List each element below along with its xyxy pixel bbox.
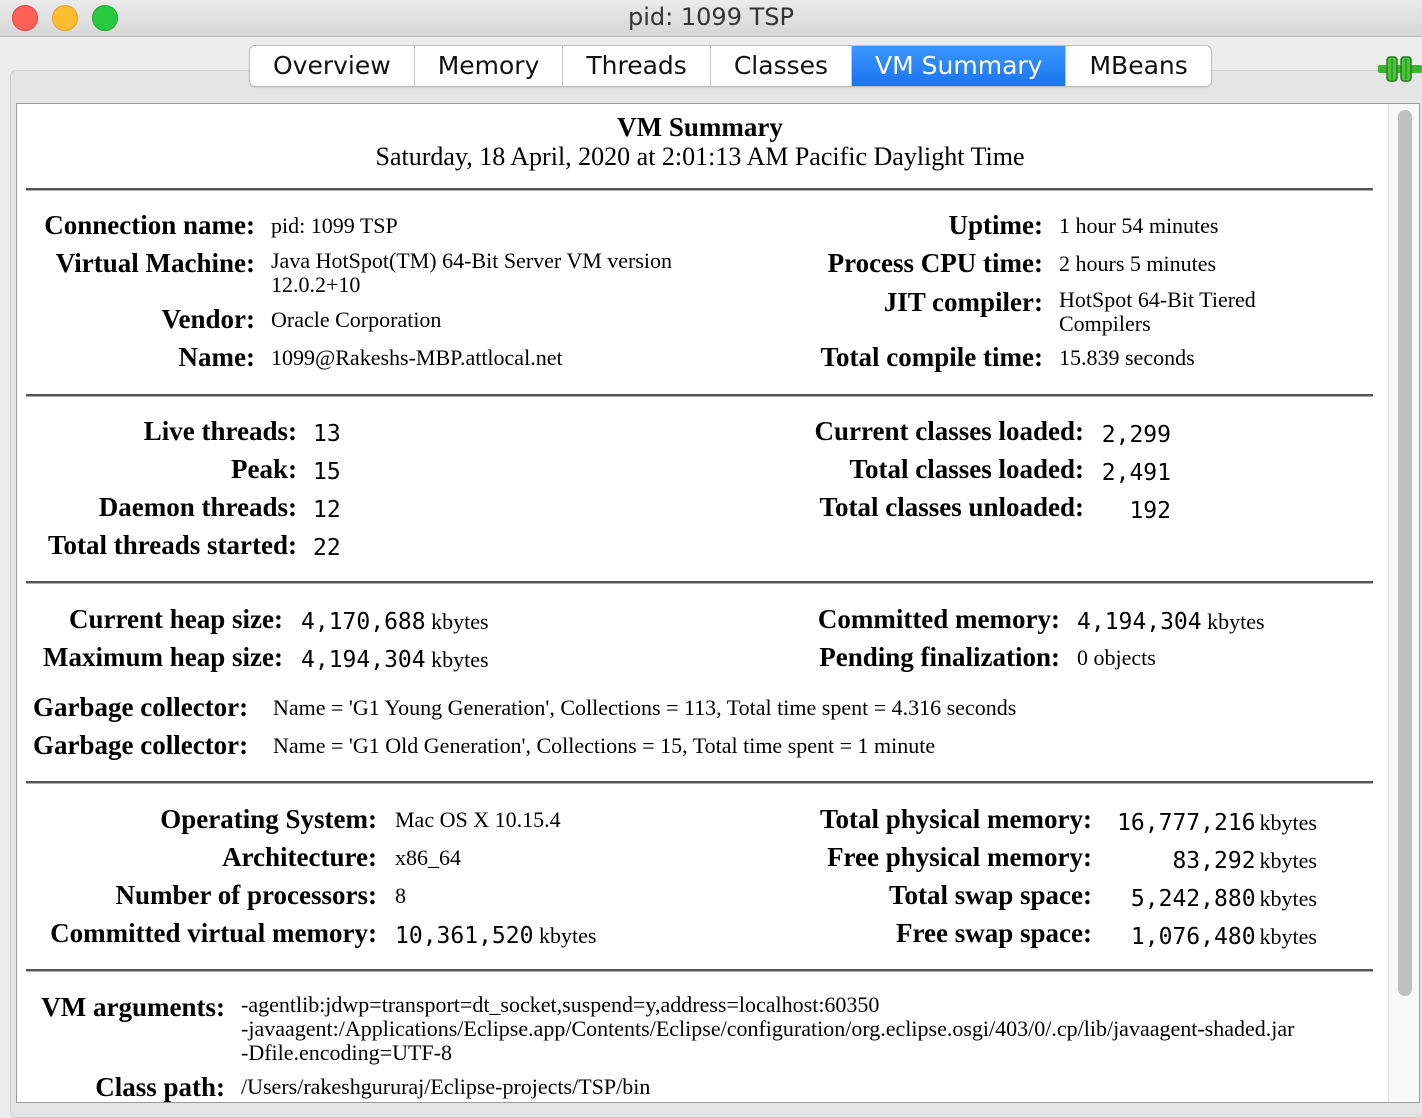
jit-compiler-label: JIT compiler: (883, 287, 1043, 317)
total-physical-memory-label: Total physical memory: (820, 804, 1092, 834)
number-of-processors-value: 8 (395, 883, 406, 908)
current-heap-size-value: 4,170,688 kbytes (301, 609, 489, 635)
summary-date: Saturday, 18 April, 2020 at 2:01:13 AM P… (375, 142, 1025, 171)
tab-threads[interactable]: Threads (563, 46, 711, 86)
maximum-heap-size-label: Maximum heap size: (43, 642, 283, 672)
daemon-threads-label: Daemon threads: (98, 492, 297, 522)
total-threads-started-value: 22 (313, 535, 341, 561)
total-physical-memory-value: 16,777,216 kbytes (1117, 810, 1317, 836)
divider (26, 188, 1373, 191)
vm-summary-panel[interactable]: VM Summary Saturday, 18 April, 2020 at 2… (16, 103, 1420, 1103)
connection-status-icon (1378, 56, 1422, 82)
live-threads-label: Live threads: (143, 416, 297, 446)
class-path-label: Class path: (95, 1072, 225, 1102)
jit-compiler-value-line2: Compilers (1059, 311, 1151, 336)
total-swap-space-label: Total swap space: (888, 880, 1092, 910)
window-title: pid: 1099 TSP (628, 3, 794, 31)
current-heap-size-label: Current heap size: (69, 604, 283, 634)
tab-overview[interactable]: Overview (250, 46, 415, 86)
free-physical-memory-value: 83,292 kbytes (1172, 848, 1317, 874)
vendor-value: Oracle Corporation (271, 307, 442, 332)
vm-argument-agentlib: -agentlib:jdwp=transport=dt_socket,suspe… (241, 992, 880, 1017)
virtual-machine-label: Virtual Machine: (55, 248, 255, 278)
connection-name-label: Connection name: (44, 210, 255, 240)
garbage-collector-label: Garbage collector: (33, 730, 249, 760)
pending-finalization-value: 0 objects (1077, 645, 1156, 670)
total-classes-unloaded-label: Total classes unloaded: (819, 492, 1084, 522)
operating-system-value: Mac OS X 10.15.4 (395, 807, 561, 832)
vendor-label: Vendor: (161, 304, 255, 334)
tab-classes[interactable]: Classes (711, 46, 853, 86)
divider (26, 581, 1373, 584)
summary-title: VM Summary (617, 112, 783, 142)
committed-memory-label: Committed memory: (817, 604, 1060, 634)
garbage-collector-young-value: Name = 'G1 Young Generation', Collection… (273, 695, 1017, 720)
peak-threads-label: Peak: (231, 454, 297, 484)
free-physical-memory-label: Free physical memory: (827, 842, 1092, 872)
connection-name-value: pid: 1099 TSP (271, 213, 398, 238)
committed-memory-value: 4,194,304 kbytes (1077, 609, 1265, 635)
title-bar: pid: 1099 TSP (0, 0, 1422, 37)
total-compile-time-label: Total compile time: (820, 342, 1043, 372)
divider (26, 969, 1373, 972)
vm-argument-encoding: -Dfile.encoding=UTF-8 (241, 1040, 452, 1065)
tab-memory[interactable]: Memory (415, 46, 564, 86)
tab-bar: Overview Memory Threads Classes VM Summa… (249, 45, 1212, 87)
garbage-collector-label: Garbage collector: (33, 692, 249, 722)
total-compile-time-value: 15.839 seconds (1059, 345, 1195, 370)
current-classes-loaded-value: 2,299 (1101, 422, 1171, 448)
virtual-machine-version: 12.0.2+10 (271, 272, 361, 297)
total-classes-loaded-label: Total classes loaded: (849, 454, 1084, 484)
divider (26, 781, 1373, 784)
divider (26, 394, 1373, 397)
peak-threads-value: 15 (313, 459, 341, 485)
committed-virtual-memory-value: 10,361,520 kbytes (395, 923, 597, 949)
total-classes-loaded-value: 2,491 (1101, 460, 1171, 486)
garbage-collector-old-value: Name = 'G1 Old Generation', Collections … (273, 733, 936, 758)
vm-argument-javaagent: -javaagent:/Applications/Eclipse.app/Con… (241, 1016, 1295, 1041)
name-label: Name: (178, 342, 255, 372)
number-of-processors-label: Number of processors: (115, 880, 377, 910)
jit-compiler-value: HotSpot 64-Bit Tiered (1059, 287, 1256, 312)
uptime-value: 1 hour 54 minutes (1059, 213, 1219, 238)
process-cpu-time-value: 2 hours 5 minutes (1059, 251, 1217, 276)
total-classes-unloaded-value: 192 (1129, 498, 1171, 524)
scrollbar-thumb[interactable] (1398, 110, 1412, 996)
current-classes-loaded-label: Current classes loaded: (814, 416, 1085, 446)
tab-mbeans[interactable]: MBeans (1066, 46, 1210, 86)
virtual-machine-value: Java HotSpot(TM) 64-Bit Server VM versio… (271, 248, 673, 273)
operating-system-label: Operating System: (160, 804, 377, 834)
uptime-label: Uptime: (948, 210, 1043, 240)
free-swap-space-value: 1,076,480 kbytes (1130, 924, 1317, 950)
free-swap-space-label: Free swap space: (896, 918, 1092, 948)
maximum-heap-size-value: 4,194,304 kbytes (301, 647, 489, 673)
total-threads-started-label: Total threads started: (48, 530, 297, 560)
pending-finalization-label: Pending finalization: (819, 642, 1060, 672)
vm-arguments-label: VM arguments: (41, 992, 225, 1022)
committed-virtual-memory-label: Committed virtual memory: (50, 918, 377, 948)
name-value: 1099@Rakeshs-MBP.attlocal.net (271, 345, 563, 370)
architecture-label: Architecture: (222, 842, 377, 872)
tab-vm-summary[interactable]: VM Summary (852, 46, 1067, 86)
live-threads-value: 13 (313, 421, 341, 447)
class-path-value: /Users/rakeshgururaj/Eclipse-projects/TS… (241, 1074, 651, 1099)
total-swap-space-value: 5,242,880 kbytes (1130, 886, 1317, 912)
process-cpu-time-label: Process CPU time: (827, 248, 1043, 278)
vertical-scrollbar[interactable] (1388, 104, 1419, 1102)
daemon-threads-value: 12 (313, 497, 341, 523)
architecture-value: x86_64 (395, 845, 461, 870)
